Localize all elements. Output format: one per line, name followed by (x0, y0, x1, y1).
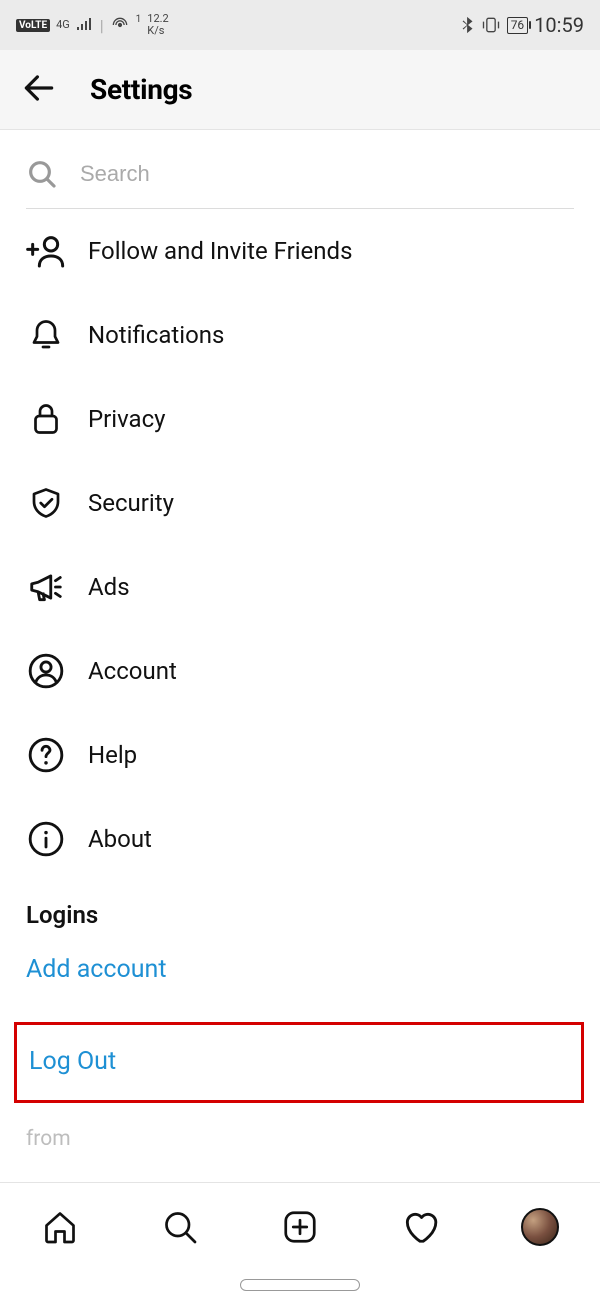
signal-4g: 4G (56, 19, 70, 31)
header: Settings (0, 50, 600, 130)
battery-icon: 76 (507, 17, 529, 34)
nav-profile[interactable] (510, 1197, 570, 1257)
shield-icon (26, 483, 66, 523)
help-icon (26, 735, 66, 775)
hotspot-count: 1 (136, 14, 142, 25)
info-icon (26, 819, 66, 859)
page-title: Settings (90, 73, 192, 106)
home-icon (42, 1209, 78, 1245)
speed-unit: K/s (147, 25, 164, 37)
bell-icon (26, 315, 66, 355)
footer-from: from (26, 1127, 574, 1151)
status-left: VoLTE 4G | 1 12.2 K/s (16, 13, 169, 36)
heart-icon (401, 1208, 439, 1246)
divider-icon: | (100, 16, 104, 35)
add-account-link[interactable]: Add account (26, 955, 574, 984)
nav-new-post[interactable] (270, 1197, 330, 1257)
clock: 10:59 (534, 13, 584, 37)
content: Follow and Invite Friends Notifications … (0, 130, 600, 1182)
search-icon (26, 158, 58, 190)
volte-badge: VoLTE (16, 19, 50, 32)
nav-search[interactable] (150, 1197, 210, 1257)
net-speed: 12.2 K/s (147, 13, 168, 36)
search-icon (162, 1209, 198, 1245)
bottom-nav (0, 1182, 600, 1270)
plus-square-icon (282, 1209, 318, 1245)
menu-label: Follow and Invite Friends (88, 237, 352, 265)
bluetooth-icon (461, 16, 475, 34)
menu-about[interactable]: About (0, 797, 600, 881)
logins-section-title: Logins (26, 901, 574, 929)
back-arrow-icon (20, 69, 58, 107)
menu-label: Privacy (88, 405, 166, 433)
menu-label: Ads (88, 573, 130, 601)
battery-level: 76 (511, 18, 525, 32)
menu-label: Notifications (88, 321, 224, 349)
menu-ads[interactable]: Ads (0, 545, 600, 629)
avatar-icon (521, 1208, 559, 1246)
menu-help[interactable]: Help (0, 713, 600, 797)
follow-invite-icon (26, 231, 66, 271)
hotspot-icon (110, 15, 130, 35)
menu-follow-invite[interactable]: Follow and Invite Friends (0, 209, 600, 293)
lock-icon (26, 399, 66, 439)
menu-label: About (88, 825, 152, 853)
log-out-link[interactable]: Log Out (29, 1047, 116, 1076)
log-out-highlight: Log Out (14, 1022, 584, 1103)
status-right: 76 10:59 (461, 13, 584, 37)
menu-privacy[interactable]: Privacy (0, 377, 600, 461)
home-indicator[interactable] (240, 1279, 360, 1291)
menu-security[interactable]: Security (0, 461, 600, 545)
vibrate-icon (481, 16, 501, 34)
menu-label: Security (88, 489, 174, 517)
account-icon (26, 651, 66, 691)
status-bar: VoLTE 4G | 1 12.2 K/s 76 10:59 (0, 0, 600, 50)
menu-label: Help (88, 741, 137, 769)
signal-type: 4G (56, 19, 70, 31)
menu-label: Account (88, 657, 177, 685)
megaphone-icon (26, 567, 66, 607)
signal-icon (76, 18, 94, 32)
menu-account[interactable]: Account (0, 629, 600, 713)
menu-notifications[interactable]: Notifications (0, 293, 600, 377)
search-row[interactable] (26, 158, 574, 209)
nav-home[interactable] (30, 1197, 90, 1257)
home-indicator-area (0, 1270, 600, 1300)
search-input[interactable] (80, 161, 574, 187)
back-button[interactable] (20, 69, 58, 111)
nav-activity[interactable] (390, 1197, 450, 1257)
